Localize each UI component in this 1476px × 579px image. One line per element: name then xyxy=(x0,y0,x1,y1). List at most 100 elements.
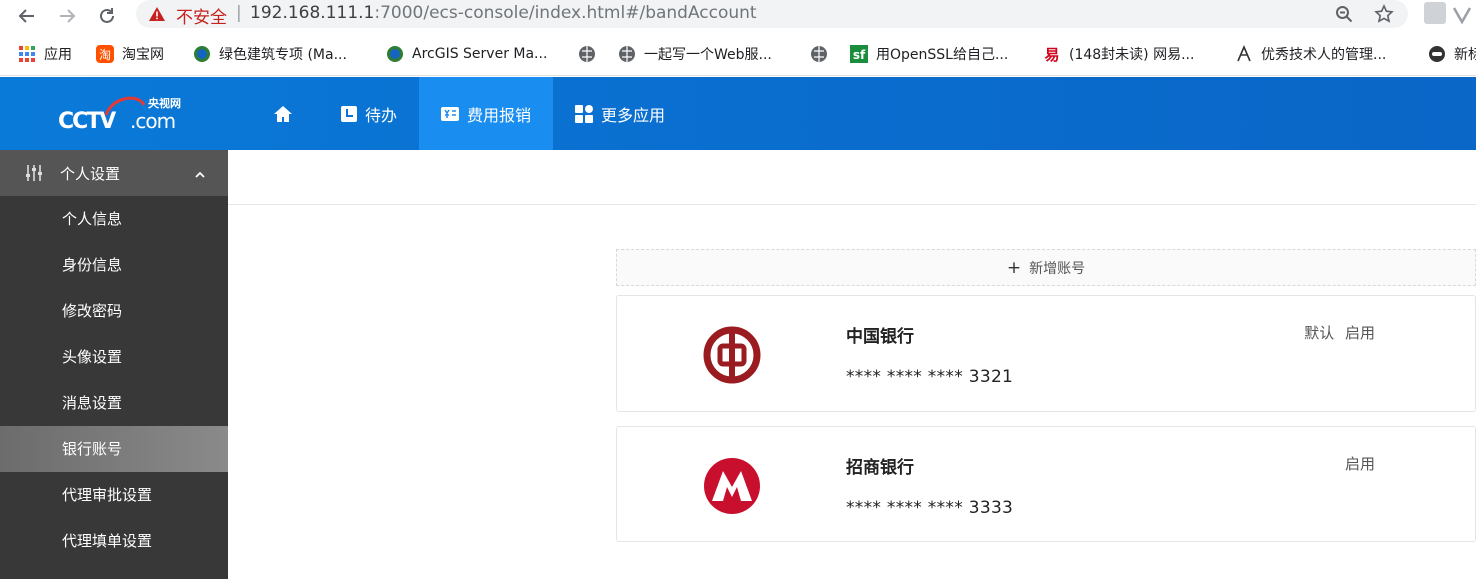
url-text: 192.168.111.1:7000/ecs-console/index.htm… xyxy=(250,3,757,23)
back-arrow-icon xyxy=(18,9,34,23)
globe-icon xyxy=(810,45,828,63)
bookmark-item[interactable]: 应用 xyxy=(18,43,72,65)
bookmark-label: ArcGIS Server Ma... xyxy=(412,46,548,62)
nav-label: 费用报销 xyxy=(467,105,532,125)
svg-text:淘: 淘 xyxy=(99,48,111,62)
add-account-button[interactable]: + 新增账号 xyxy=(616,249,1476,286)
sliders-icon xyxy=(25,164,43,186)
bookmark-label: 应用 xyxy=(44,47,72,63)
leaf-icon xyxy=(1235,45,1253,63)
plus-icon: + xyxy=(1006,257,1022,278)
boc-logo-icon xyxy=(703,326,761,384)
bookmark-label: 新标 xyxy=(1454,47,1476,63)
bookmark-item[interactable]: 一起写一个Web服... xyxy=(618,43,772,65)
bookmark-item[interactable]: 绿色建筑专项 (Ma... xyxy=(193,43,347,65)
bookmark-item[interactable]: 新标 xyxy=(1428,43,1476,65)
default-tag[interactable]: 默认 xyxy=(1304,324,1334,342)
svg-text:易: 易 xyxy=(1044,46,1059,63)
globe-icon xyxy=(193,45,211,63)
globe-icon xyxy=(386,45,404,63)
nav-label: 待办 xyxy=(365,105,398,125)
zoom-button[interactable] xyxy=(1332,3,1356,25)
magnifier-icon xyxy=(1336,6,1353,23)
sidebar-item-avatar-settings[interactable]: 头像设置 xyxy=(0,334,228,380)
bookmark-item[interactable] xyxy=(810,43,836,65)
address-bar[interactable]: 不安全 | 192.168.111.1:7000/ecs-console/ind… xyxy=(136,0,1408,28)
sf-icon: sf xyxy=(850,45,868,63)
extension-v-icon[interactable] xyxy=(1452,6,1472,24)
bank-name: 中国银行 xyxy=(846,327,914,347)
sidebar-group-label: 个人设置 xyxy=(60,165,121,183)
bookmark-label: 淘宝网 xyxy=(122,47,164,63)
sidebar: 个人设置 个人信息 身份信息 修改密码 头像设置 消息设置 银行账号 代理审批设… xyxy=(0,150,228,579)
account-number: **** **** **** 3321 xyxy=(846,367,1014,387)
main-toolbar xyxy=(228,150,1476,205)
apps-icon xyxy=(18,45,36,63)
nav-expense[interactable]: 费用报销 xyxy=(419,77,554,150)
sidebar-item-personal-info[interactable]: 个人信息 xyxy=(0,196,228,242)
bookmark-item[interactable]: sf 用OpenSSL给自己... xyxy=(850,43,1008,65)
app-header: 央视网 CCTV .com 待办 费用报销 更多应用 xyxy=(0,77,1476,150)
apps-grid-icon xyxy=(575,104,594,123)
sidebar-item-identity-info[interactable]: 身份信息 xyxy=(0,242,228,288)
sidebar-item-proxy-approval[interactable]: 代理审批设置 xyxy=(0,472,228,518)
enabled-tag[interactable]: 启用 xyxy=(1345,324,1375,342)
url-path: :7000/ecs-console/index.html#/bandAccoun… xyxy=(374,3,757,23)
nav-home[interactable] xyxy=(255,77,319,150)
globe-icon xyxy=(578,45,596,63)
globe-icon xyxy=(618,45,636,63)
bookmark-item[interactable]: ArcGIS Server Ma... xyxy=(386,43,547,65)
taobao-icon: 淘 xyxy=(96,45,114,63)
top-nav: 待办 费用报销 更多应用 xyxy=(255,77,687,150)
bookmark-label: (148封未读) 网易... xyxy=(1069,47,1195,63)
warning-icon xyxy=(149,7,165,21)
svg-text:sf: sf xyxy=(853,48,866,62)
bank-account-card[interactable]: 招商银行 **** **** **** 3333 启用 xyxy=(616,426,1476,542)
bookmark-item[interactable]: 优秀技术人的管理... xyxy=(1235,43,1386,65)
account-number: **** **** **** 3333 xyxy=(846,498,1014,518)
expense-icon xyxy=(441,106,460,122)
enabled-tag[interactable]: 启用 xyxy=(1345,455,1375,473)
netease-icon: 易 xyxy=(1043,45,1061,63)
nav-todo[interactable]: 待办 xyxy=(319,77,419,150)
home-icon xyxy=(273,105,293,123)
reload-icon xyxy=(100,8,114,23)
browser-toolbar: 不安全 | 192.168.111.1:7000/ecs-console/ind… xyxy=(0,0,1476,32)
cmb-logo-icon xyxy=(704,458,760,514)
url-separator: | xyxy=(236,3,242,23)
back-button[interactable] xyxy=(14,3,40,29)
account-tags: 启用 xyxy=(1339,453,1375,474)
url-host: 192.168.111.1 xyxy=(250,3,375,23)
sidebar-item-message-settings[interactable]: 消息设置 xyxy=(0,380,228,426)
main-content: + 新增账号 中国银行 **** **** **** 3321 默认 启用 招商… xyxy=(228,150,1476,579)
bookmark-label: 优秀技术人的管理... xyxy=(1261,47,1387,63)
sidebar-item-change-password[interactable]: 修改密码 xyxy=(0,288,228,334)
bank-account-card[interactable]: 中国银行 **** **** **** 3321 默认 启用 xyxy=(616,295,1476,412)
bookmark-label: 用OpenSSL给自己... xyxy=(876,47,1009,63)
nav-more-apps[interactable]: 更多应用 xyxy=(553,77,687,150)
circle-icon xyxy=(1428,45,1446,63)
star-icon xyxy=(1374,4,1394,23)
add-account-label: 新增账号 xyxy=(1029,260,1086,277)
bookmark-star-button[interactable] xyxy=(1372,3,1396,25)
bookmark-label: 绿色建筑专项 (Ma... xyxy=(219,47,347,63)
bookmarks-bar: 应用 淘 淘宝网 绿色建筑专项 (Ma... ArcGIS Server Ma.… xyxy=(0,32,1476,76)
reload-button[interactable] xyxy=(94,3,120,29)
cctv-logo[interactable]: 央视网 CCTV .com xyxy=(58,93,194,135)
forward-button[interactable] xyxy=(54,3,80,29)
bookmark-item[interactable]: 淘 淘宝网 xyxy=(96,43,164,65)
forward-arrow-icon xyxy=(60,9,76,23)
sidebar-item-bank-account[interactable]: 银行账号 xyxy=(0,426,228,472)
chevron-up-icon xyxy=(194,166,206,184)
cctv-logo-icon: 央视网 CCTV .com xyxy=(58,96,181,134)
sidebar-group-personal-settings[interactable]: 个人设置 xyxy=(0,150,228,196)
insecure-label: 不安全 xyxy=(176,8,227,28)
extension-icon[interactable] xyxy=(1424,2,1446,24)
sidebar-item-proxy-form[interactable]: 代理填单设置 xyxy=(0,518,228,564)
bookmark-label: 一起写一个Web服... xyxy=(644,47,772,63)
bookmark-item[interactable]: 易 (148封未读) 网易... xyxy=(1043,43,1194,65)
bank-name: 招商银行 xyxy=(846,458,914,478)
bookmark-item[interactable] xyxy=(578,43,604,65)
todo-icon xyxy=(341,105,357,122)
logo-com-text: .com xyxy=(130,109,175,133)
